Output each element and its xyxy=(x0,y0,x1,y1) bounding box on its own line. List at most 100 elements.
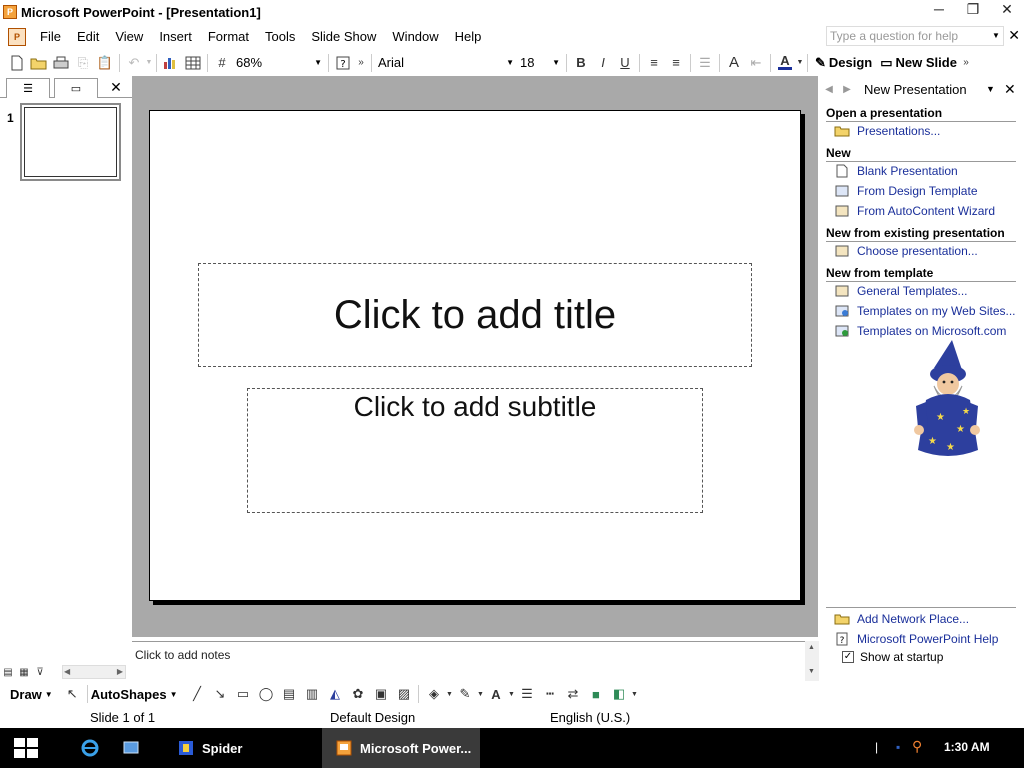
fill-color-icon[interactable]: ◈ xyxy=(422,683,445,705)
font-color-dropdown-icon[interactable]: ▼ xyxy=(796,52,804,74)
new-slide-button[interactable]: ▭ New Slide xyxy=(876,55,961,71)
select-pointer-icon[interactable]: ↖ xyxy=(61,683,84,705)
new-document-icon[interactable] xyxy=(6,52,28,74)
taskbar-item-powerpoint[interactable]: Microsoft Power... xyxy=(322,728,480,768)
clip-art-icon[interactable]: ✿ xyxy=(346,683,369,705)
powerpoint-app-icon[interactable]: P xyxy=(3,5,17,19)
arrow-style-icon[interactable]: ⇄ xyxy=(561,683,584,705)
zoom-dropdown-icon[interactable]: ▼ xyxy=(314,58,322,67)
open-folder-icon[interactable] xyxy=(28,52,50,74)
link-presentations[interactable]: Presentations... xyxy=(834,122,940,140)
underline-button[interactable]: U xyxy=(614,52,636,74)
copy-icon[interactable]: ⎘ xyxy=(72,52,94,74)
rectangle-tool-icon[interactable]: ▭ xyxy=(231,683,254,705)
subtitle-placeholder[interactable]: Click to add subtitle xyxy=(247,388,703,513)
print-icon[interactable] xyxy=(50,52,72,74)
restore-button[interactable]: ❐ xyxy=(956,0,990,18)
taskbar-item-spider[interactable]: Spider xyxy=(164,728,320,768)
paste-icon[interactable]: 📋 xyxy=(94,52,116,74)
insert-picture-icon[interactable]: ▣ xyxy=(369,683,392,705)
text-color-icon[interactable]: A xyxy=(484,683,507,705)
shadow-style-icon[interactable]: ■ xyxy=(584,683,607,705)
office-assistant-wizard-icon[interactable]: ★ ★ ★ ★ ★ xyxy=(906,340,988,460)
toolbar-overflow-icon[interactable]: » xyxy=(961,52,971,74)
minimize-button[interactable]: ─ xyxy=(922,0,956,18)
tab-outline[interactable]: ☰ xyxy=(6,78,50,98)
menu-insert[interactable]: Insert xyxy=(151,26,200,48)
horizontal-scrollbar[interactable]: ◀ ▶ xyxy=(62,665,126,679)
bold-button[interactable]: B xyxy=(570,52,592,74)
menu-edit[interactable]: Edit xyxy=(69,26,107,48)
notes-scrollbar[interactable]: ▲ ▼ xyxy=(805,641,819,681)
textbox-tool-icon[interactable]: ▤ xyxy=(277,683,300,705)
draw-dropdown-icon[interactable]: ▼ xyxy=(45,690,53,699)
font-size-dropdown-icon[interactable]: ▼ xyxy=(552,58,560,67)
font-size-combo[interactable]: 18 ▼ xyxy=(517,53,563,73)
help-question-input[interactable]: Type a question for help xyxy=(826,26,1004,46)
undo-dropdown-icon[interactable]: ▼ xyxy=(145,52,153,74)
autoshapes-menu-button[interactable]: AutoShapes xyxy=(91,687,167,702)
link-microsoft-com[interactable]: Templates on Microsoft.com xyxy=(834,322,1006,340)
menu-file[interactable]: File xyxy=(32,26,69,48)
insert-table-icon[interactable] xyxy=(182,52,204,74)
font-dropdown-icon[interactable]: ▼ xyxy=(506,58,514,67)
link-choose-presentation[interactable]: Choose presentation... xyxy=(834,242,978,260)
document-icon[interactable]: P xyxy=(8,27,26,46)
line-color-dropdown-icon[interactable]: ▼ xyxy=(476,683,484,705)
taskbar-clock[interactable]: 1:30 AM xyxy=(944,740,990,754)
align-center-icon[interactable]: ≡ xyxy=(665,52,687,74)
link-powerpoint-help[interactable]: ? Microsoft PowerPoint Help xyxy=(834,630,998,648)
insert-image-icon[interactable]: ▨ xyxy=(392,683,415,705)
draw-menu-button[interactable]: Draw xyxy=(10,687,42,702)
3d-style-icon[interactable]: ◧ xyxy=(607,683,630,705)
windows-start-icon[interactable] xyxy=(14,738,38,758)
menu-tools[interactable]: Tools xyxy=(257,26,303,48)
show-at-startup-checkbox[interactable]: ✓ Show at startup xyxy=(842,650,943,664)
autoshapes-dropdown-icon[interactable]: ▼ xyxy=(170,690,178,699)
italic-button[interactable]: I xyxy=(592,52,614,74)
document-close-icon[interactable]: ✕ xyxy=(1008,27,1020,44)
link-add-network-place[interactable]: Add Network Place... xyxy=(834,610,969,628)
normal-view-icon[interactable]: ▤ xyxy=(0,665,16,679)
grid-icon[interactable]: # xyxy=(211,52,233,74)
increase-font-size-icon[interactable]: A xyxy=(723,52,745,74)
fill-color-dropdown-icon[interactable]: ▼ xyxy=(445,683,453,705)
slide-show-view-icon[interactable]: ⊽ xyxy=(32,665,48,679)
task-pane-close-icon[interactable]: ✕ xyxy=(1004,81,1016,98)
line-color-icon[interactable]: ✎ xyxy=(453,683,476,705)
close-button[interactable]: ✕ xyxy=(990,0,1024,18)
text-color-dropdown-icon[interactable]: ▼ xyxy=(507,683,515,705)
notes-pane[interactable]: Click to add notes xyxy=(132,641,805,667)
internet-explorer-icon[interactable] xyxy=(80,738,100,758)
link-general-templates[interactable]: General Templates... xyxy=(834,282,968,300)
line-tool-icon[interactable]: ╱ xyxy=(185,683,208,705)
diagram-tool-icon[interactable]: ◭ xyxy=(323,683,346,705)
insert-chart-icon[interactable] xyxy=(160,52,182,74)
link-blank-presentation[interactable]: Blank Presentation xyxy=(834,162,958,180)
network-tray-icon[interactable]: ▪ xyxy=(896,740,900,754)
menu-help[interactable]: Help xyxy=(447,26,490,48)
menu-format[interactable]: Format xyxy=(200,26,257,48)
menu-slide-show[interactable]: Slide Show xyxy=(303,26,384,48)
help-icon[interactable]: ? xyxy=(332,52,354,74)
scroll-left-icon[interactable]: ◀ xyxy=(64,667,70,676)
slide-thumbnail[interactable] xyxy=(20,103,121,181)
undo-icon[interactable]: ↶ xyxy=(123,52,145,74)
scroll-up-icon[interactable]: ▲ xyxy=(808,644,815,651)
checkbox-checked-icon[interactable]: ✓ xyxy=(842,651,854,663)
task-pane-dropdown-icon[interactable]: ▼ xyxy=(986,84,995,94)
toolbar-options-icon[interactable]: » xyxy=(354,52,368,74)
font-combo[interactable]: Arial ▼ xyxy=(375,53,517,73)
bullets-icon[interactable]: ☰ xyxy=(694,52,716,74)
align-left-icon[interactable]: ≡ xyxy=(643,52,665,74)
wordart-tool-icon[interactable]: ▥ xyxy=(300,683,323,705)
title-placeholder[interactable]: Click to add title xyxy=(198,263,752,367)
arrow-tool-icon[interactable]: ↘ xyxy=(208,683,231,705)
slide[interactable]: Click to add title Click to add subtitle xyxy=(149,110,801,601)
link-autocontent-wizard[interactable]: From AutoContent Wizard xyxy=(834,202,995,220)
line-style-icon[interactable]: ☰ xyxy=(515,683,538,705)
drawing-toolbar-options-icon[interactable]: ▼ xyxy=(630,683,638,705)
dash-style-icon[interactable]: ┅ xyxy=(538,683,561,705)
forward-icon[interactable]: ▶ xyxy=(838,84,856,95)
decrease-indent-icon[interactable]: ⇤ xyxy=(745,52,767,74)
